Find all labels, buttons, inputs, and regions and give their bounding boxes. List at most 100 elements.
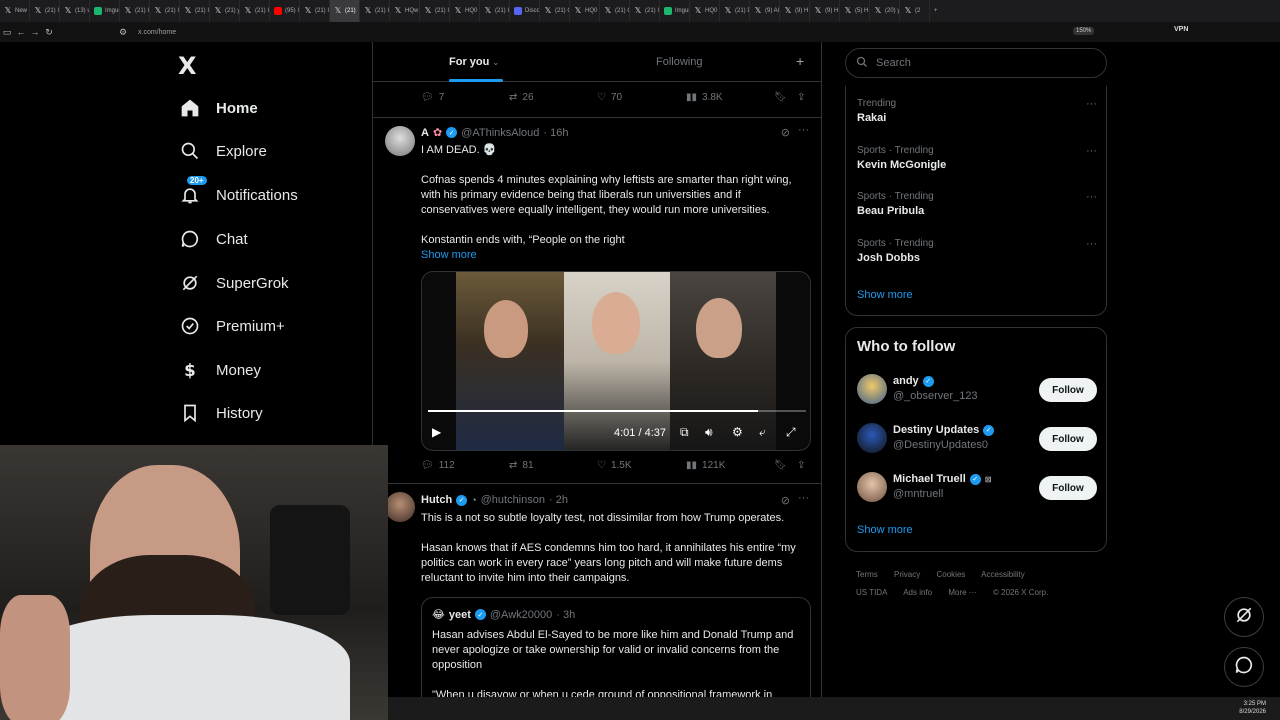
footer-link[interactable]: Accessibility [981, 570, 1025, 579]
sidebar-toggle-icon[interactable]: ▭ [0, 27, 14, 38]
video-progress-bar[interactable] [428, 410, 806, 412]
zoom-indicator[interactable]: 150% [1073, 27, 1095, 35]
show-more-link[interactable]: Show more [421, 248, 811, 263]
reload-icon[interactable]: ↻ [42, 27, 56, 38]
more-icon[interactable]: ··· [798, 492, 809, 504]
timestamp[interactable]: · 2h [549, 494, 568, 506]
forward-icon[interactable]: → [28, 27, 42, 37]
messages-fab[interactable] [1224, 647, 1264, 687]
footer-link[interactable]: Ads info [903, 588, 932, 597]
follow-suggestion[interactable]: andy ✓ @_observer_123 Follow [857, 372, 1097, 406]
browser-tab[interactable]: 𝕏 (21) I [240, 0, 270, 22]
more-icon[interactable]: ··· [1086, 145, 1097, 157]
browser-tab[interactable]: 𝕏 (2 [900, 0, 930, 22]
browser-tab[interactable]: 𝕏 (21) I [480, 0, 510, 22]
share-button[interactable]: ⇪ [797, 92, 805, 103]
more-icon[interactable]: ··· [1086, 238, 1097, 250]
author-name[interactable]: yeet [449, 609, 471, 621]
reply-button[interactable]: 💬︎ 112 [421, 460, 455, 471]
fullscreen-icon[interactable]: ⤢ [786, 425, 796, 440]
trend-item[interactable]: Sports · Trending Josh Dobbs ··· [857, 238, 1097, 264]
browser-tab[interactable]: 𝕏 (9) Al [750, 0, 780, 22]
trend-item[interactable]: Sports · Trending Kevin McGonigle ··· [857, 145, 1097, 171]
bookmark-button[interactable]: 🔖︎ [774, 460, 787, 471]
settings-icon[interactable]: ⚙ [732, 425, 743, 439]
footer-link[interactable]: Cookies [936, 570, 965, 579]
site-info-icon[interactable]: ⚙ [116, 27, 130, 38]
browser-tab[interactable]: (95) I [270, 0, 300, 22]
video-player[interactable]: ▶ 4:01 / 4:37 ⧉ 🔊︎ ⚙ ⤶ ⤢ [421, 271, 811, 451]
tab-following[interactable]: Following [656, 56, 702, 68]
browser-tab[interactable]: 𝕏 (9) H [810, 0, 840, 22]
like-button[interactable]: ♡ 1.5K [597, 460, 632, 471]
avatar[interactable] [385, 492, 415, 522]
browser-tab[interactable]: 𝕏 (5) H [840, 0, 870, 22]
timestamp[interactable]: · 16h [543, 127, 568, 139]
more-icon[interactable]: ··· [1086, 98, 1097, 110]
system-clock[interactable]: 3:25 PM 8/29/2026 [1239, 700, 1266, 716]
grok-icon[interactable]: ⊘ [781, 494, 790, 507]
browser-tab[interactable]: 𝕏 (20) y [870, 0, 900, 22]
footer-link[interactable]: Privacy [894, 570, 920, 579]
captions-icon[interactable]: ⧉ [680, 425, 689, 440]
nav-item-money[interactable]: $ Money [180, 354, 261, 386]
browser-tab[interactable]: 𝕏 (21) I [300, 0, 330, 22]
timestamp[interactable]: · 3h [556, 609, 575, 621]
trend-item[interactable]: Trending Rakai ··· [857, 98, 1097, 124]
views-button[interactable]: ▮▮ 3.8K [686, 92, 723, 103]
vpn-badge[interactable]: VPN [1174, 26, 1188, 33]
follow-suggestion[interactable]: Michael Truell ✓ ⊠ @mntruell Follow [857, 470, 1097, 504]
grok-fab[interactable] [1224, 597, 1264, 637]
footer-link[interactable]: More ··· [948, 588, 976, 597]
reply-button[interactable]: 💬︎ 7 [421, 92, 444, 103]
x-logo[interactable]: X [178, 52, 197, 80]
browser-tab[interactable]: 𝕏 HQw [390, 0, 420, 22]
browser-tab[interactable]: 𝕏 (21) I [630, 0, 660, 22]
new-tab-icon[interactable]: + [930, 0, 950, 22]
repost-button[interactable]: ⇄ 81 [509, 460, 534, 471]
tab-for-you[interactable]: For you ⌄ [449, 56, 499, 68]
avatar[interactable] [857, 423, 887, 453]
browser-tab[interactable]: 𝕏(21) C [540, 0, 570, 22]
author-handle[interactable]: @AThinksAloud [461, 127, 539, 139]
nav-item-premium[interactable]: Premium+ [180, 310, 285, 342]
nav-item-explore[interactable]: Explore [180, 135, 267, 167]
follow-button[interactable]: Follow [1039, 427, 1097, 451]
browser-tab[interactable]: 𝕏 (9) H [780, 0, 810, 22]
footer-link[interactable]: Terms [856, 570, 878, 579]
trend-item[interactable]: Sports · Trending Beau Pribula ··· [857, 191, 1097, 217]
quoted-tweet[interactable]: 😂 yeet ✓ @Awk20000 · 3h Hasan advises Ab… [421, 597, 811, 698]
browser-tab[interactable]: 𝕏 (21) I [120, 0, 150, 22]
more-icon[interactable]: ··· [1086, 191, 1097, 203]
avatar[interactable]: 😂 [432, 608, 445, 621]
browser-tab[interactable]: 𝕏 (21) y [210, 0, 240, 22]
browser-tab[interactable]: 𝕏 HQ0 [570, 0, 600, 22]
plus-icon[interactable]: + [796, 53, 804, 69]
browser-tab[interactable]: 𝕏 (13) u [60, 0, 90, 22]
follow-button[interactable]: Follow [1039, 476, 1097, 500]
volume-icon[interactable]: 🔊︎ [705, 425, 713, 440]
browser-tab[interactable]: Imgur [90, 0, 120, 22]
browser-tab[interactable]: 𝕏 (21) [330, 0, 360, 22]
repost-button[interactable]: ⇄ 26 [509, 92, 534, 103]
browser-tab[interactable]: 𝕏(21) C [600, 0, 630, 22]
follow-button[interactable]: Follow [1039, 378, 1097, 402]
avatar[interactable] [385, 126, 415, 156]
views-button[interactable]: ▮▮ 121K [686, 460, 725, 471]
browser-tab[interactable]: 𝕏 HQ0 [450, 0, 480, 22]
browser-tab[interactable]: 𝕏 (21) I [30, 0, 60, 22]
footer-link[interactable]: US TIDA [856, 588, 887, 597]
who-to-follow-show-more[interactable]: Show more [857, 524, 913, 536]
browser-tab[interactable]: 𝕏(21) D [720, 0, 750, 22]
author-name[interactable]: Hutch [421, 494, 452, 506]
follow-suggestion[interactable]: Destiny Updates ✓ @DestinyUpdates0 Follow [857, 421, 1097, 455]
browser-tab[interactable]: Disco [510, 0, 540, 22]
author-handle[interactable]: @hutchinson [481, 494, 545, 506]
more-icon[interactable]: ··· [798, 124, 809, 136]
browser-tab[interactable]: 𝕏 (21) I [420, 0, 450, 22]
bookmark-button[interactable]: 🔖︎ [774, 92, 787, 103]
share-button[interactable]: ⇪ [797, 460, 805, 471]
nav-item-home[interactable]: Home [180, 92, 258, 124]
grok-icon[interactable]: ⊘ [781, 126, 790, 139]
avatar[interactable] [857, 374, 887, 404]
